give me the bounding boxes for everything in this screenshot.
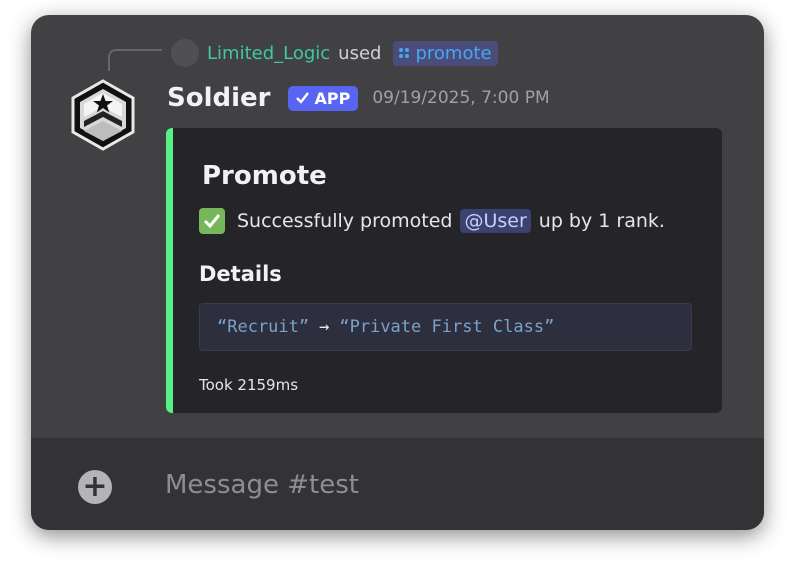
check-mark-icon [199,208,225,234]
embed-card: Promote Successfully promoted @User up b… [166,128,722,413]
bot-avatar[interactable] [70,79,136,151]
message-timestamp[interactable]: 09/19/2025, 7:00 PM [372,88,549,108]
plus-circle-icon[interactable]: + [78,470,112,504]
code-to: “Private First Class” [339,317,555,337]
code-arrow: → [319,317,330,337]
user-mention[interactable]: @User [460,209,531,233]
chat-window: Limited_Logic used promote Soldier APP 0… [31,15,764,530]
check-icon [296,92,310,104]
app-badge-label: APP [314,88,351,108]
message-composer: + Message #test [31,438,764,530]
app-badge: APP [288,85,359,111]
reply-connector [108,49,162,71]
slash-command-icon [399,48,410,58]
embed-title: Promote [202,161,327,191]
embed-footer: Took 2159ms [199,376,299,394]
code-from: “Recruit” [217,317,310,337]
reply-avatar[interactable] [171,39,199,67]
military-rank-insignia-icon [71,79,135,151]
description-suffix: up by 1 rank. [538,210,665,232]
embed-description: Successfully promoted @User up by 1 rank… [199,208,665,234]
description-prefix: Successfully promoted [237,210,453,232]
command-reply-context[interactable]: Limited_Logic used promote [171,38,498,68]
message-input[interactable]: Message #test [165,470,359,500]
command-name: promote [415,42,492,64]
field-name: Details [199,262,282,286]
code-block: “Recruit” → “Private First Class” [199,303,692,351]
message-header: Soldier APP 09/19/2025, 7:00 PM [167,83,550,113]
command-chip[interactable]: promote [393,40,498,66]
reply-used-text: used [338,42,382,64]
reply-username[interactable]: Limited_Logic [207,43,330,64]
bot-username[interactable]: Soldier [167,83,270,113]
